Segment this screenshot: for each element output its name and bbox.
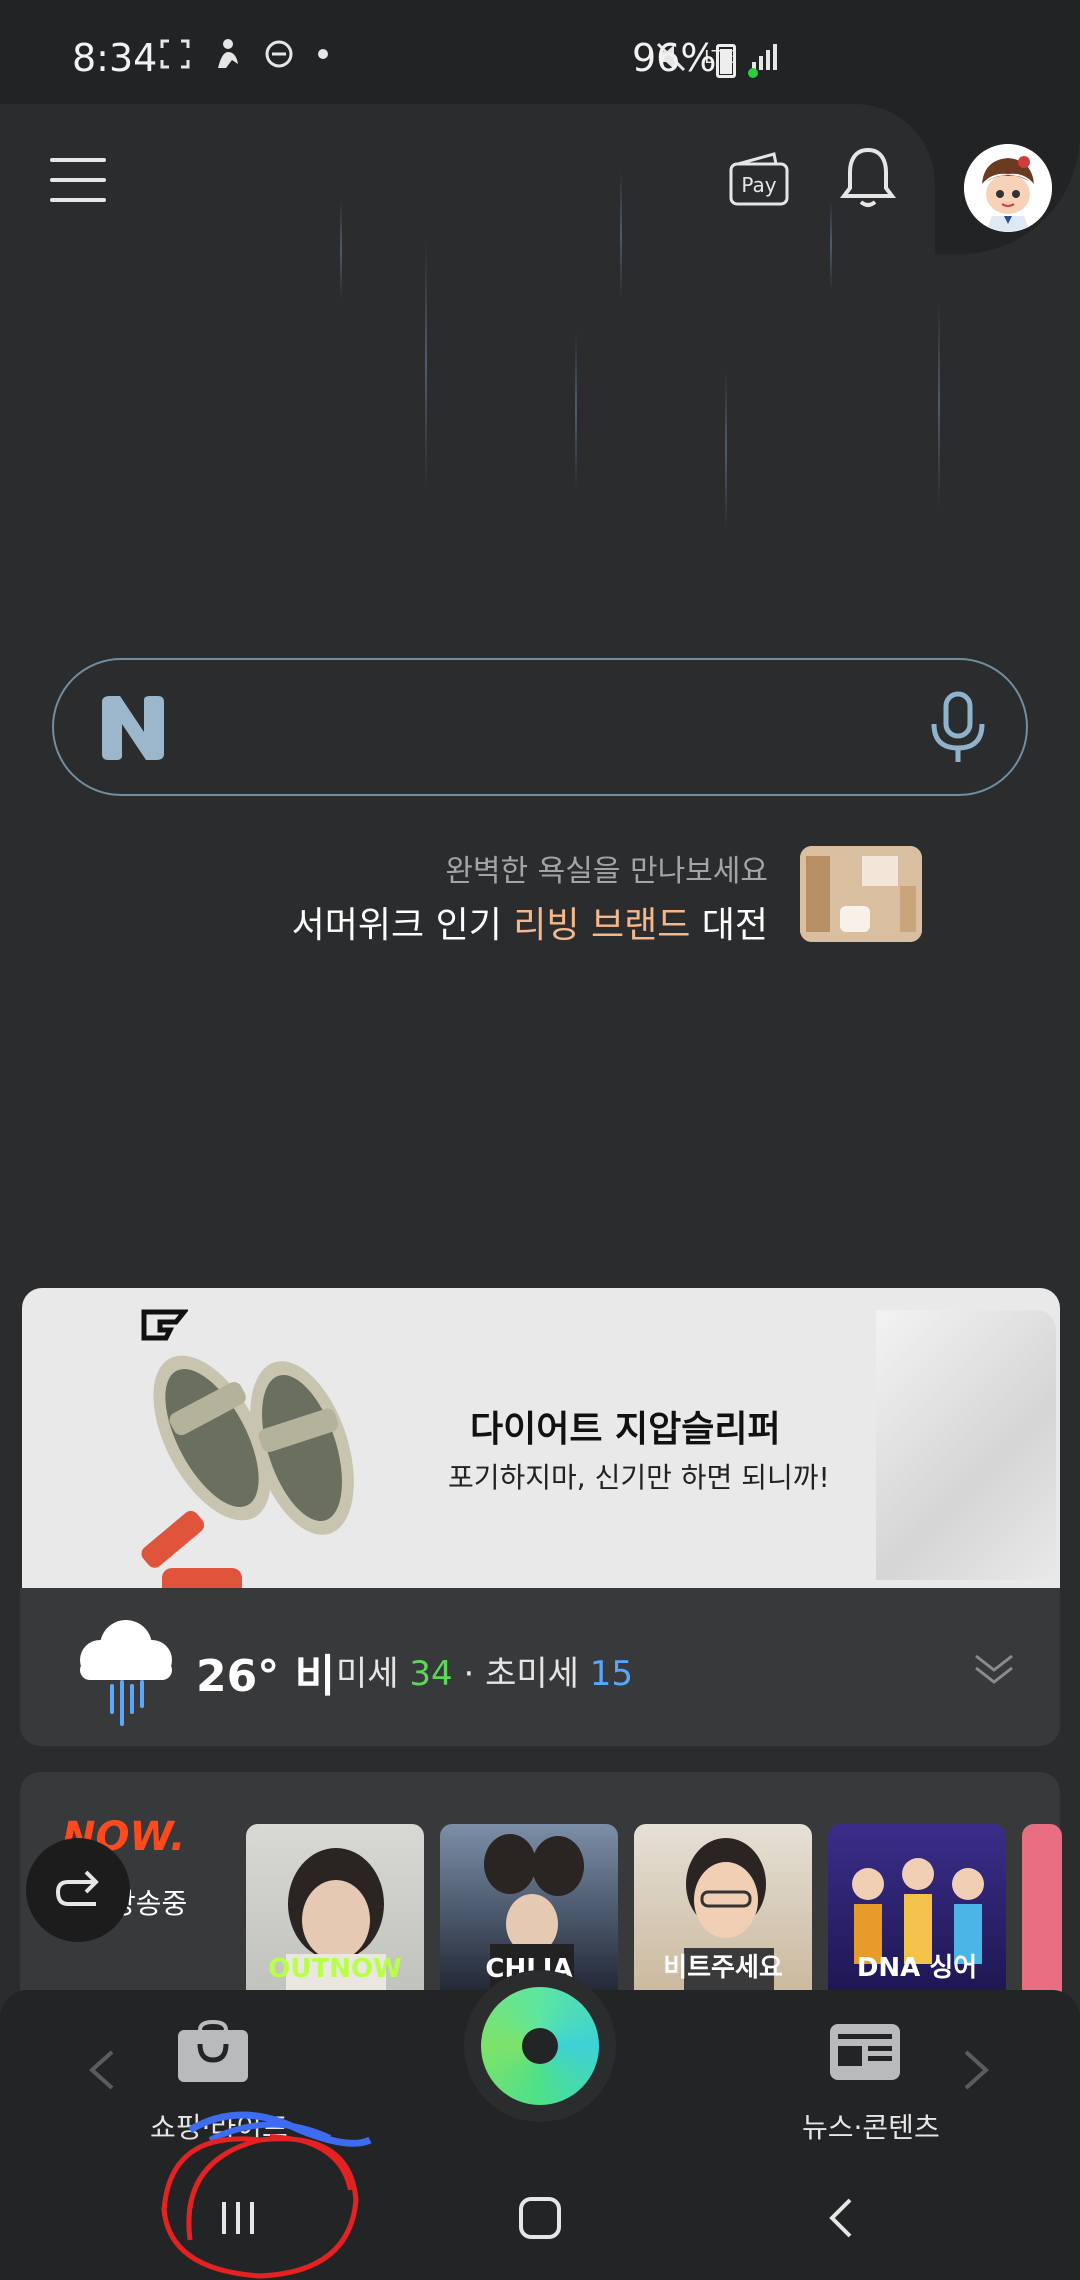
slippers-image: [141, 1355, 354, 1588]
promo-subtitle[interactable]: 완벽한 욕실을 만나보세요: [445, 846, 768, 890]
chevron-right-icon[interactable]: [962, 2048, 992, 2092]
profile-avatar-icon: [964, 144, 1052, 232]
green-dot-button[interactable]: [464, 1970, 616, 2122]
naver-logo-icon: [102, 696, 164, 760]
refresh-icon: [55, 1870, 99, 1906]
ultra-fine-dust-label: · 초미세: [463, 1654, 579, 1694]
promo-title-prefix: 서머위크 인기: [291, 905, 514, 946]
promo-title-highlight: 리빙 브랜드: [513, 905, 691, 946]
search-input[interactable]: [52, 658, 1028, 796]
promo-title[interactable]: 서머위크 인기 리빙 브랜드 대전: [292, 896, 768, 948]
rain-drop: [575, 330, 577, 490]
recents-icon[interactable]: [216, 2198, 260, 2238]
weather-temperature: 26° 비: [196, 1640, 335, 1704]
now-thumbnail[interactable]: 비트주세요: [634, 1824, 812, 2002]
rain-drop: [425, 240, 427, 490]
now-thumbnail[interactable]: [1022, 1824, 1062, 2002]
green-dot-core: [522, 2028, 558, 2064]
battery-percent: 96%: [632, 36, 717, 80]
bell-icon[interactable]: [838, 144, 898, 210]
fine-dust-label: 미세: [336, 1654, 399, 1694]
chevron-left-icon[interactable]: [86, 2048, 116, 2092]
green-dot-ring: [481, 1987, 599, 2105]
ad-title[interactable]: 다이어트 지압슬리퍼: [470, 1400, 781, 1452]
privacy-indicator-dot: [748, 68, 758, 78]
microphone-icon[interactable]: [924, 690, 992, 766]
bathroom-image: [800, 846, 922, 942]
rain-drop: [938, 300, 940, 510]
page-curl: [876, 1310, 1056, 1580]
pay-icon[interactable]: Pay: [728, 150, 790, 208]
do-not-disturb-icon: [265, 40, 293, 68]
brand-logo-icon: [141, 1309, 188, 1341]
rain-drop: [830, 200, 832, 290]
notification-dot-icon: [318, 49, 328, 59]
battery-icon: [716, 44, 736, 78]
screenshot-icon: [160, 39, 190, 69]
home-icon[interactable]: [518, 2196, 562, 2240]
pay-label: Pay: [741, 173, 776, 197]
promo-thumbnail[interactable]: [800, 846, 922, 942]
air-quality: 미세 34 · 초미세 15: [336, 1646, 633, 1695]
shopping-life-label[interactable]: 쇼핑·라이프: [150, 2106, 288, 2146]
status-icons-left: [160, 38, 330, 70]
now-thumbnail[interactable]: OUTNOW: [246, 1824, 424, 2002]
rain-drop: [620, 170, 622, 300]
refresh-button[interactable]: [26, 1838, 130, 1942]
rain-drop: [725, 370, 727, 530]
thumbnail-label: OUTNOW: [268, 1954, 402, 1984]
shopping-bag-icon[interactable]: [176, 2020, 250, 2084]
back-icon[interactable]: [826, 2196, 856, 2240]
ad-description[interactable]: 포기하지마, 신기만 하면 되니까!: [448, 1456, 830, 1496]
avatar[interactable]: [964, 144, 1052, 232]
expand-chevron-icon[interactable]: [972, 1650, 1016, 1690]
news-contents-label[interactable]: 뉴스·콘텐츠: [802, 2106, 940, 2146]
menu-icon[interactable]: [50, 158, 106, 202]
rain-drop: [340, 200, 342, 300]
news-icon[interactable]: [828, 2020, 902, 2084]
rain-cloud-icon: [80, 1620, 172, 1726]
weather-condition: 비: [294, 1651, 336, 1702]
status-time: 8:34: [72, 36, 158, 80]
thumbnail-label: DNA 싱어: [856, 1953, 978, 1983]
gesture-icon: [218, 39, 238, 68]
fine-dust-value: 34: [409, 1654, 453, 1694]
now-thumbnail[interactable]: DNA 싱어: [828, 1824, 1006, 2002]
promo-title-suffix: 대전: [690, 905, 768, 946]
ultra-fine-dust-value: 15: [589, 1654, 633, 1694]
temperature-value: 26°: [196, 1651, 280, 1702]
thumbnail-label: 비트주세요: [663, 1953, 783, 1983]
